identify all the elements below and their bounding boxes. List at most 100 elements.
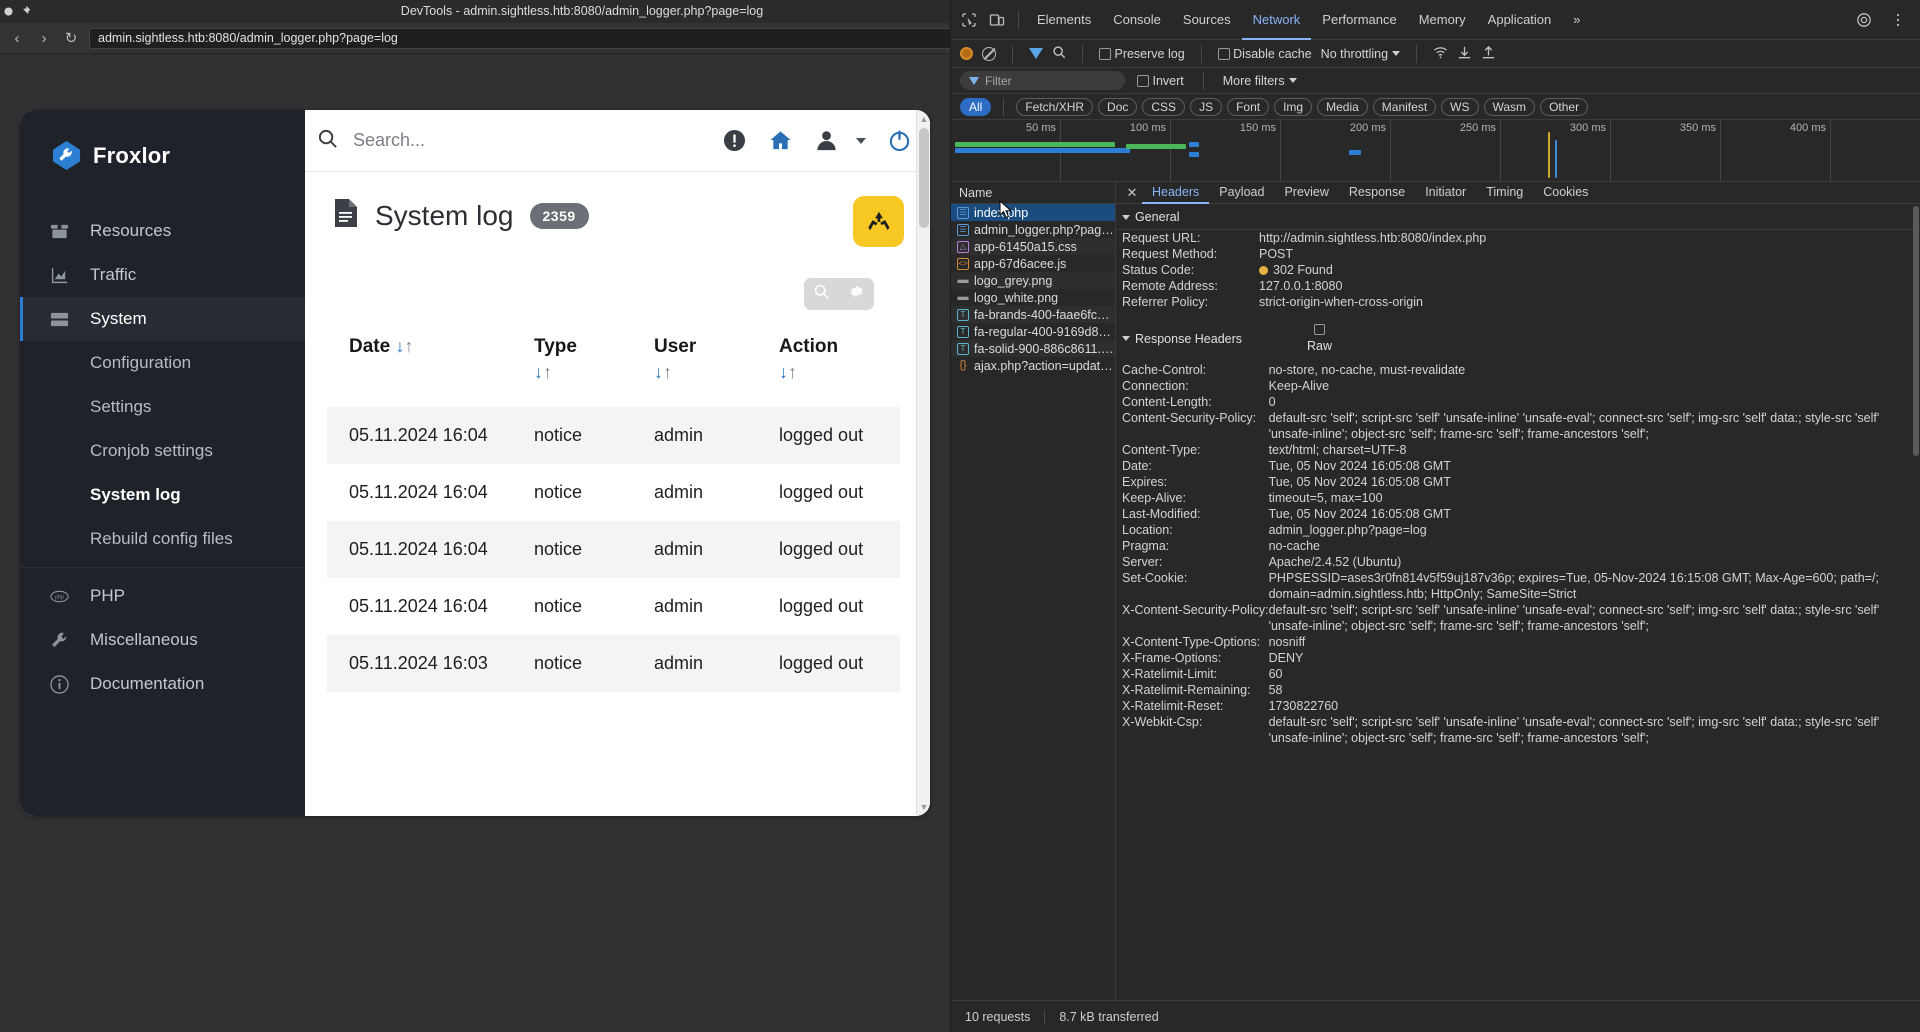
device-toolbar-icon[interactable] bbox=[983, 6, 1011, 34]
inspect-element-icon[interactable] bbox=[955, 6, 983, 34]
tab-sources[interactable]: Sources bbox=[1172, 0, 1242, 40]
clear-button[interactable] bbox=[982, 46, 996, 61]
detail-tab-initiator[interactable]: Initiator bbox=[1415, 182, 1476, 204]
detail-tab-response[interactable]: Response bbox=[1339, 182, 1415, 204]
table-row[interactable]: 05.11.2024 16:04 notice admin logged out bbox=[327, 521, 900, 579]
column-header-type[interactable]: Type ↓↑ bbox=[512, 310, 632, 407]
list-item[interactable]: <> app-67d6acee.js bbox=[951, 255, 1115, 272]
wifi-icon[interactable] bbox=[1433, 45, 1448, 63]
user-icon[interactable] bbox=[813, 128, 839, 154]
table-row[interactable]: 05.11.2024 16:04 notice admin logged out bbox=[327, 464, 900, 522]
type-filter-all[interactable]: All bbox=[960, 97, 992, 116]
sidebar-item-resources[interactable]: Resources bbox=[20, 209, 305, 253]
home-icon[interactable] bbox=[767, 128, 793, 154]
import-har-icon[interactable] bbox=[1457, 45, 1472, 63]
record-button[interactable] bbox=[960, 47, 973, 60]
detail-tab-headers[interactable]: Headers bbox=[1142, 182, 1210, 204]
tab-application[interactable]: Application bbox=[1477, 0, 1563, 40]
list-item[interactable]: ▬ logo_grey.png bbox=[951, 272, 1115, 289]
gear-icon[interactable] bbox=[848, 283, 865, 305]
recycle-button[interactable] bbox=[853, 196, 904, 247]
list-item[interactable]: ☰ index.php bbox=[951, 204, 1115, 221]
export-har-icon[interactable] bbox=[1481, 45, 1496, 63]
list-item[interactable]: {} ajax.php?action=updatechec... bbox=[951, 357, 1115, 374]
pin-icon[interactable] bbox=[17, 3, 34, 20]
sidebar-item-traffic[interactable]: Traffic bbox=[20, 253, 305, 297]
sidebar-item-settings[interactable]: Settings bbox=[20, 385, 305, 429]
table-row[interactable]: 05.11.2024 16:04 notice admin logged out bbox=[327, 578, 900, 636]
type-filter-js[interactable]: JS bbox=[1190, 97, 1223, 116]
type-filter-manifest[interactable]: Manifest bbox=[1372, 97, 1437, 116]
type-filter-media[interactable]: Media bbox=[1317, 97, 1368, 116]
detail-tab-payload[interactable]: Payload bbox=[1209, 182, 1274, 204]
sort-asc-icon[interactable]: ↑ bbox=[543, 362, 552, 382]
list-item[interactable]: ▬ logo_white.png bbox=[951, 289, 1115, 306]
column-header-action[interactable]: Action ↓↑ bbox=[757, 310, 900, 407]
sidebar-item-miscellaneous[interactable]: Miscellaneous bbox=[20, 618, 305, 662]
list-item[interactable]: T fa-brands-400-faae6fc0.woff2 bbox=[951, 306, 1115, 323]
sidebar-item-system-log[interactable]: System log bbox=[20, 473, 305, 517]
detail-tab-timing[interactable]: Timing bbox=[1476, 182, 1533, 204]
preserve-log-checkbox[interactable]: Preserve log bbox=[1099, 47, 1185, 61]
tab-console[interactable]: Console bbox=[1102, 0, 1172, 40]
table-row[interactable]: 05.11.2024 16:04 notice admin logged out bbox=[327, 407, 900, 465]
disable-cache-checkbox[interactable]: Disable cache bbox=[1217, 47, 1312, 61]
reload-button[interactable]: ↻ bbox=[62, 31, 80, 46]
detail-tab-preview[interactable]: Preview bbox=[1274, 182, 1338, 204]
sort-asc-icon[interactable]: ↑ bbox=[404, 336, 413, 356]
more-tabs-button[interactable]: » bbox=[1562, 0, 1591, 40]
page-scrollbar[interactable]: ▲ ▼ bbox=[916, 110, 930, 816]
tab-performance[interactable]: Performance bbox=[1311, 0, 1407, 40]
detail-tab-cookies[interactable]: Cookies bbox=[1533, 182, 1598, 204]
scrollbar-thumb[interactable] bbox=[1913, 206, 1919, 456]
list-item[interactable]: ☰ admin_logger.php?page=log bbox=[951, 221, 1115, 238]
network-timeline[interactable]: 50 ms 100 ms 150 ms 200 ms 250 ms 300 ms… bbox=[951, 120, 1920, 182]
type-filter-wasm[interactable]: Wasm bbox=[1483, 97, 1536, 116]
forward-button[interactable]: › bbox=[35, 31, 53, 46]
sort-asc-icon[interactable]: ↑ bbox=[663, 362, 672, 382]
column-header-date[interactable]: Date ↓↑ bbox=[327, 310, 512, 407]
sidebar-item-rebuild-config-files[interactable]: Rebuild config files bbox=[20, 517, 305, 561]
froxlor-logo[interactable]: Froxlor bbox=[20, 110, 305, 171]
sort-desc-icon[interactable]: ↓ bbox=[779, 362, 788, 382]
scrollbar-thumb[interactable] bbox=[919, 128, 929, 228]
type-filter-ws[interactable]: WS bbox=[1441, 97, 1479, 116]
power-icon[interactable] bbox=[886, 128, 912, 154]
address-bar[interactable]: admin.sightless.htb:8080/admin_logger.ph… bbox=[89, 27, 1099, 49]
filter-toggle-icon[interactable] bbox=[1029, 48, 1043, 59]
filter-input[interactable]: Filter bbox=[960, 71, 1125, 90]
sidebar-item-cronjob-settings[interactable]: Cronjob settings bbox=[20, 429, 305, 473]
settings-gear-icon[interactable] bbox=[1850, 6, 1878, 34]
table-row[interactable]: 05.11.2024 16:03 notice admin logged out bbox=[327, 635, 900, 693]
scroll-up-icon[interactable]: ▲ bbox=[919, 114, 929, 124]
invert-checkbox[interactable]: Invert bbox=[1137, 74, 1184, 88]
chevron-down-icon[interactable] bbox=[856, 137, 866, 144]
response-headers-section[interactable]: Response Headers Raw bbox=[1116, 318, 1920, 358]
scroll-down-icon[interactable]: ▼ bbox=[919, 802, 929, 812]
back-button[interactable]: ‹ bbox=[8, 31, 26, 46]
table-search-icon[interactable] bbox=[813, 283, 830, 305]
column-header-user[interactable]: User ↓↑ bbox=[632, 310, 757, 407]
type-filter-font[interactable]: Font bbox=[1227, 97, 1270, 116]
list-item[interactable]: T fa-regular-400-9169d8be.wo... bbox=[951, 323, 1115, 340]
list-item[interactable]: T fa-solid-900-886c8611.woff2 bbox=[951, 340, 1115, 357]
type-filter-fetch-xhr[interactable]: Fetch/XHR bbox=[1016, 97, 1094, 116]
app-menu-icon[interactable] bbox=[0, 3, 17, 20]
general-section-header[interactable]: General bbox=[1116, 204, 1920, 230]
type-filter-img[interactable]: Img bbox=[1274, 97, 1313, 116]
type-filter-other[interactable]: Other bbox=[1540, 97, 1589, 116]
list-item[interactable]: △ app-61450a15.css bbox=[951, 238, 1115, 255]
details-scrollbar[interactable] bbox=[1912, 204, 1920, 1000]
tab-network[interactable]: Network bbox=[1241, 0, 1312, 40]
more-filters-dropdown[interactable]: More filters bbox=[1223, 74, 1297, 88]
sort-desc-icon[interactable]: ↓ bbox=[534, 362, 543, 382]
tab-memory[interactable]: Memory bbox=[1408, 0, 1477, 40]
tab-elements[interactable]: Elements bbox=[1026, 0, 1102, 40]
sidebar-item-php[interactable]: php PHP bbox=[20, 574, 305, 618]
sidebar-item-system[interactable]: System bbox=[20, 297, 305, 341]
headers-scroll-area[interactable]: General Request URL: http://admin.sightl… bbox=[1116, 204, 1920, 1000]
raw-toggle-checkbox[interactable] bbox=[1314, 324, 1326, 335]
request-list[interactable]: Name ☰ index.php ☰ admin_logger.php?page… bbox=[951, 182, 1116, 1000]
search-toggle-icon[interactable] bbox=[1052, 45, 1066, 62]
type-filter-doc[interactable]: Doc bbox=[1098, 97, 1138, 116]
